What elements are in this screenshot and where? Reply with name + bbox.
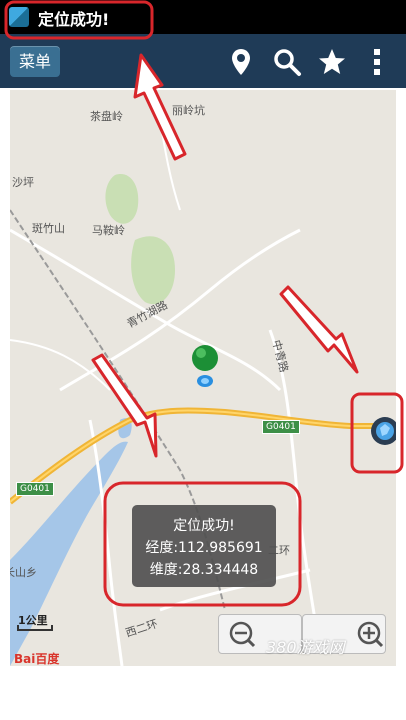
- toast-latitude: 维度:28.334448: [149, 562, 259, 578]
- overflow-menu-icon[interactable]: [362, 47, 392, 77]
- app-icon: [9, 7, 29, 27]
- place-label: 沙坪: [12, 176, 34, 189]
- locate-me-button[interactable]: [370, 416, 396, 446]
- place-label: 斑竹山: [32, 222, 65, 235]
- location-marker-icon[interactable]: [188, 340, 222, 388]
- baidu-logo: Bai百度: [14, 652, 60, 666]
- location-pin-icon[interactable]: [226, 47, 256, 77]
- place-label: 丽岭坑: [172, 104, 205, 117]
- location-toast: 定位成功! 经度:112.985691 维度:28.334448: [132, 505, 276, 587]
- place-label: 茶盘岭: [90, 110, 123, 123]
- toast-title: 定位成功!: [173, 518, 235, 534]
- toast-longitude: 经度:112.985691: [145, 540, 263, 556]
- scale-bar: [17, 625, 53, 631]
- search-icon[interactable]: [272, 47, 302, 77]
- status-bar: 定位成功!: [0, 0, 406, 34]
- menu-button[interactable]: 菜单: [10, 46, 60, 77]
- status-text: 定位成功!: [38, 10, 110, 29]
- place-label: 马鞍岭: [92, 224, 125, 237]
- watermark: 380游戏网: [266, 638, 345, 657]
- road-shield: G0401: [262, 420, 300, 434]
- star-icon[interactable]: [317, 47, 347, 77]
- road-shield: G0401: [16, 482, 54, 496]
- place-label: 长山乡: [10, 566, 37, 579]
- toolbar: 菜单: [0, 34, 406, 88]
